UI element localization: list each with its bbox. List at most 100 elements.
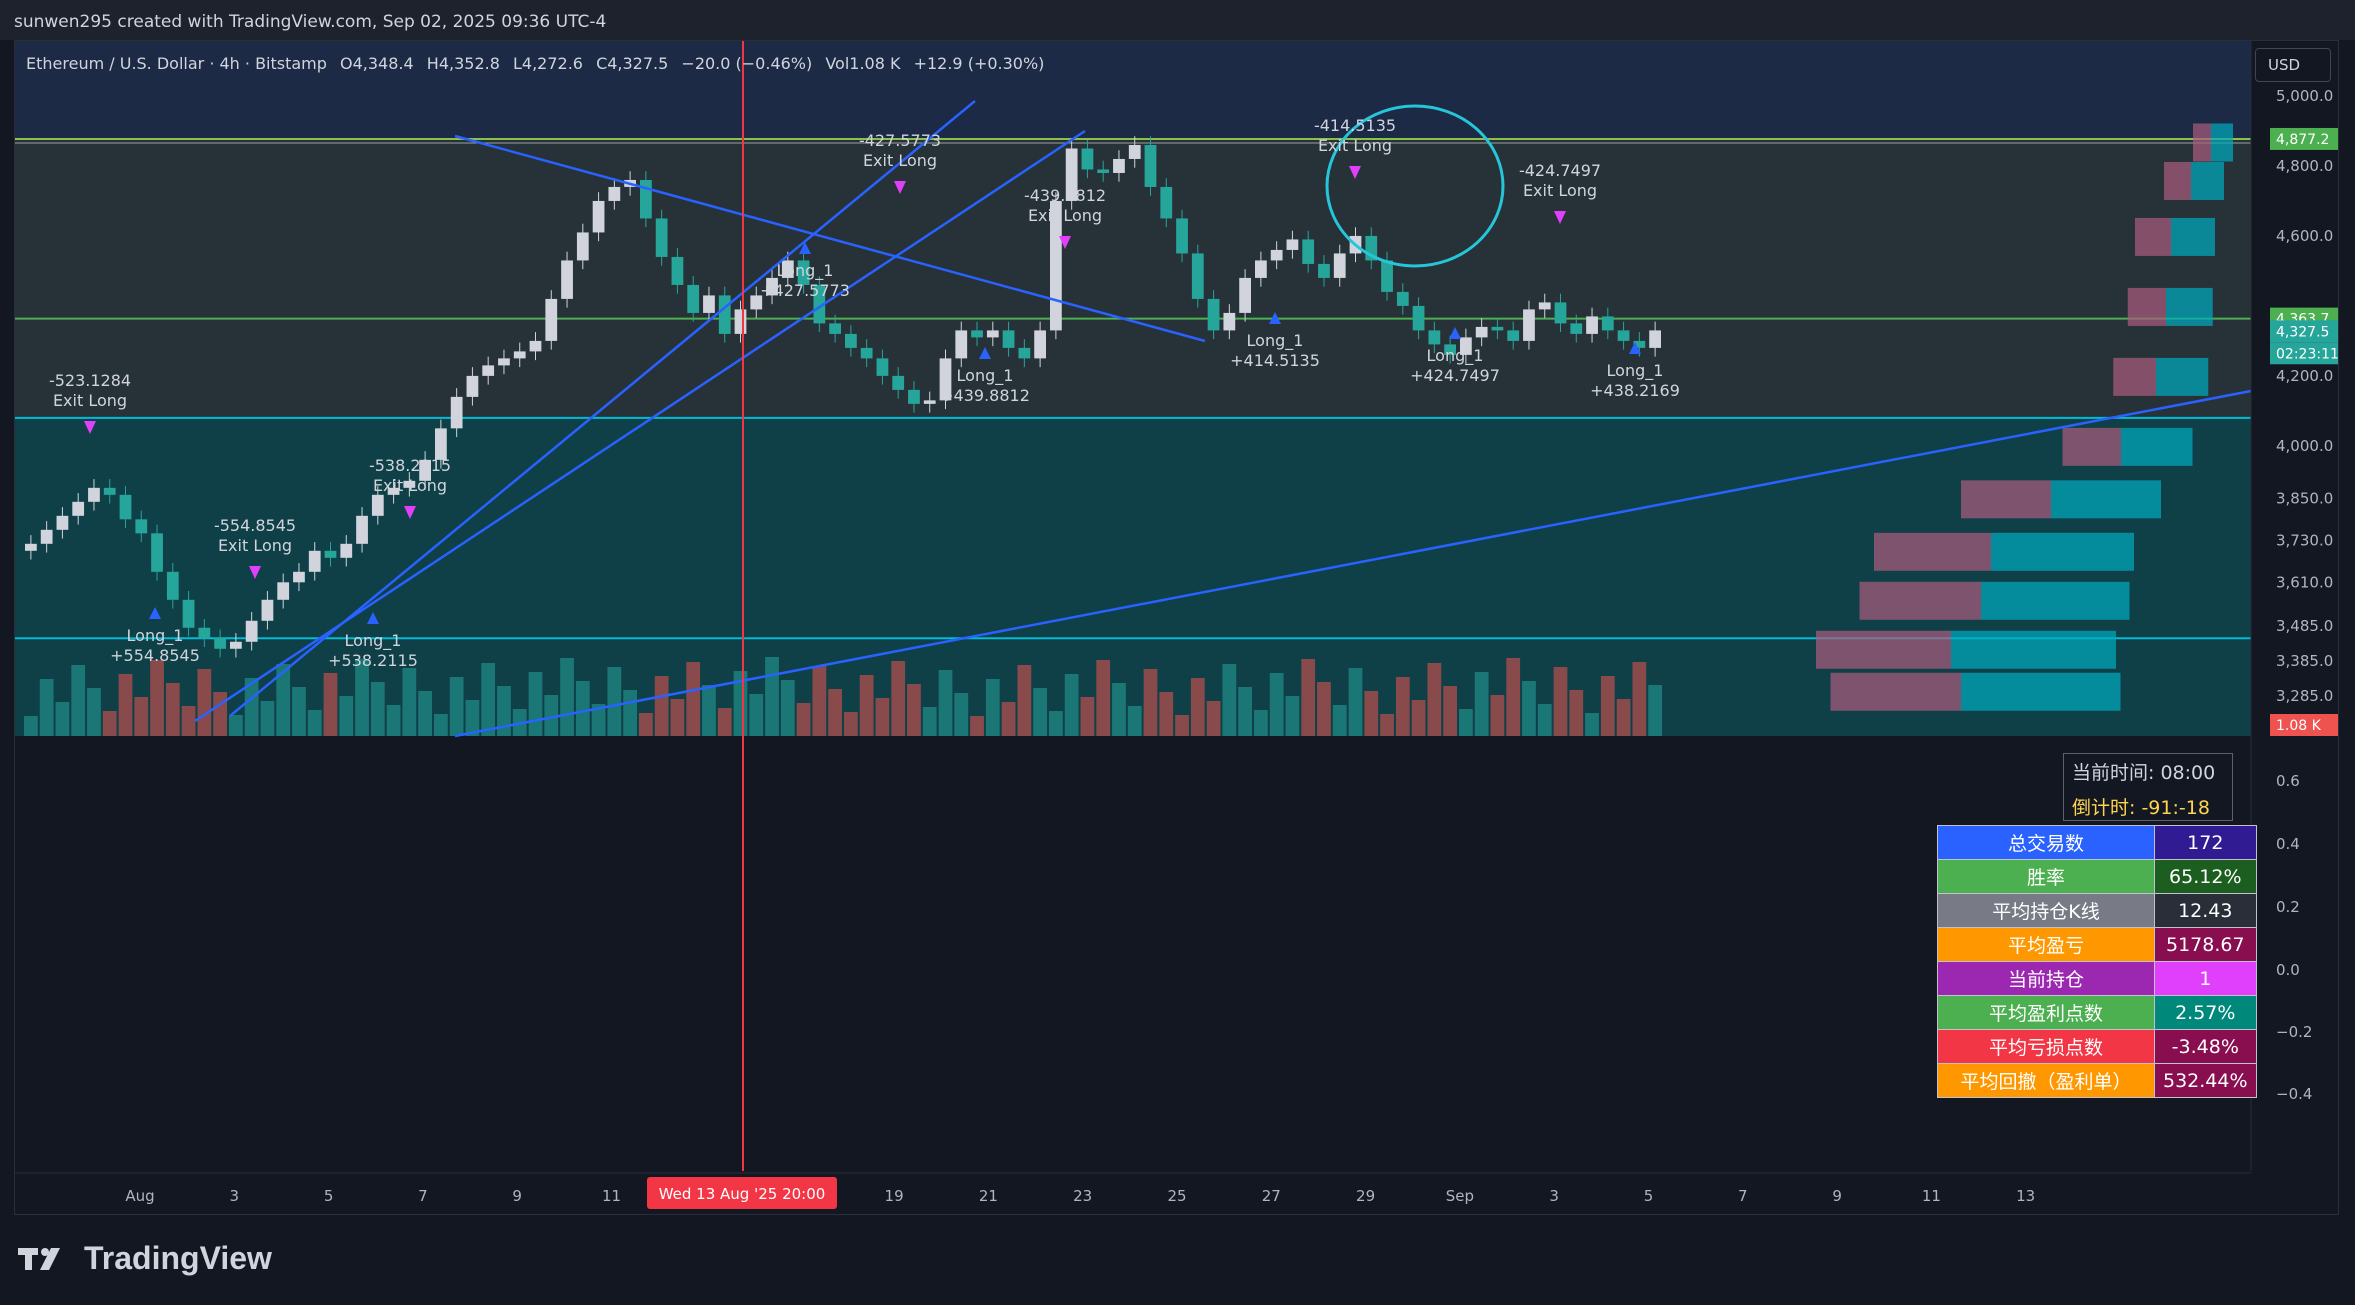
annotation-text-2: +554.8545 [110,646,200,665]
annotation-text-1: Long_1 [777,261,834,281]
price-tick-label: 3,485.0 [2276,617,2333,635]
volume-bar [118,674,133,736]
volume-bar [213,692,227,736]
candle-body [576,232,589,261]
candle-body [482,365,495,376]
current-time-value: 08:00 [2160,762,2216,784]
annotation-text-1: -414.5135 [1314,116,1396,135]
candle-body [876,358,889,376]
countdown-label: 倒计时: [2072,797,2136,819]
volume-bar [891,661,906,736]
time-tick-label: 9 [512,1187,522,1205]
annotation-text-2: Exit Long [373,476,447,495]
candle-body [703,295,715,313]
time-tick-label: 7 [418,1187,428,1205]
candle-body [1176,218,1188,254]
volume-bar [150,660,164,736]
volume-bar [938,670,953,736]
annotation-text-1: -427.5773 [859,131,941,150]
volume-bar [1648,685,1662,736]
volume-bar [1033,688,1047,736]
volume-bar [639,713,653,736]
time-tick-label: 27 [1262,1187,1281,1205]
candle-body [1649,330,1661,348]
volume-bar [1269,673,1284,736]
stats-row: 胜率 65.12% [1937,859,2257,894]
stats-label: 胜率 [1937,859,2155,894]
candle-body [718,295,731,334]
high-value: H4,352.8 [426,54,500,73]
candle-body [56,515,69,530]
currency-button[interactable]: USD [2255,48,2331,82]
price-tick-label: 5,000.0 [2276,87,2333,105]
candle-body [971,330,983,338]
candle-body [608,186,621,201]
volume-bar [1301,659,1316,736]
candle-body [1570,323,1583,334]
candle-body [1160,186,1173,219]
volume-bar [717,708,732,736]
volume-bar [1522,681,1536,736]
volume-profile-down [2164,161,2191,200]
oscillator-tick-label: −0.4 [2276,1085,2312,1103]
low-value: L4,272.6 [512,54,583,73]
volume-profile-up [2121,427,2193,466]
candle-body [1318,263,1330,278]
stats-value: 12.43 [2154,893,2257,928]
volume-bar [134,697,149,736]
candle-body [1507,330,1520,341]
candle-body [1113,158,1125,173]
volume-bar [985,679,1000,736]
oscillator-tick-label: 0.6 [2276,772,2300,790]
candle-body [1002,330,1015,348]
price-tick-label: 4,200.0 [2276,367,2333,385]
volume-bar [39,679,54,736]
stats-row: 平均持仓K线 12.43 [1937,893,2257,928]
annotation-text-1: -523.1284 [49,371,131,390]
candle-body [103,487,116,495]
stats-row: 平均亏损点数 -3.48% [1937,1029,2257,1064]
candle-body [135,519,148,534]
candle-body [198,627,211,639]
time-tick-label: 13 [2016,1187,2035,1205]
volume-bar [575,681,590,736]
candle-body [88,487,100,502]
volume-profile-up [1981,581,2130,620]
tradingview-logo[interactable]: TradingView [18,1240,272,1277]
volume-bar [355,659,369,736]
volume-bar [1443,686,1457,736]
candle-body [1255,260,1267,278]
volume-bar [386,705,401,736]
volume-bar [260,701,275,736]
volume-profile-down [2127,287,2166,326]
volume-bar [1332,705,1347,736]
candle-body [1554,302,1567,324]
volume-bar [229,715,243,736]
volume-profile-down [2135,217,2171,256]
candle-body [986,330,999,338]
candle-body [1491,326,1504,331]
stats-value: 2.57% [2154,995,2257,1030]
volume-bar [292,687,306,736]
candle-body [829,323,841,334]
candle-body [1412,305,1425,331]
annotation-text-2: Exit Long [53,391,127,410]
volume-bar [307,710,322,736]
candle-body [25,543,37,551]
volume-bar [1096,660,1111,736]
oscillator-tick-label: 0.2 [2276,898,2300,916]
volume-bar [197,669,212,736]
candle-body [1381,260,1393,292]
time-tick-label: 25 [1167,1187,1186,1205]
candle-body [340,543,353,558]
volume-bar [1380,714,1394,736]
attribution-text: sunwen295 created with TradingView.com, … [14,12,607,32]
volume-bar [1537,704,1552,736]
stats-row: 平均盈亏 5178.67 [1937,927,2257,962]
volume-bar [560,658,574,736]
symbol-name[interactable]: Ethereum / U.S. Dollar · 4h · Bitstamp [26,54,327,73]
annotation-text-2: +427.5773 [760,281,850,300]
volume-profile-up [1951,630,2116,669]
candle-body [1428,330,1441,345]
volume-bar [670,699,685,736]
